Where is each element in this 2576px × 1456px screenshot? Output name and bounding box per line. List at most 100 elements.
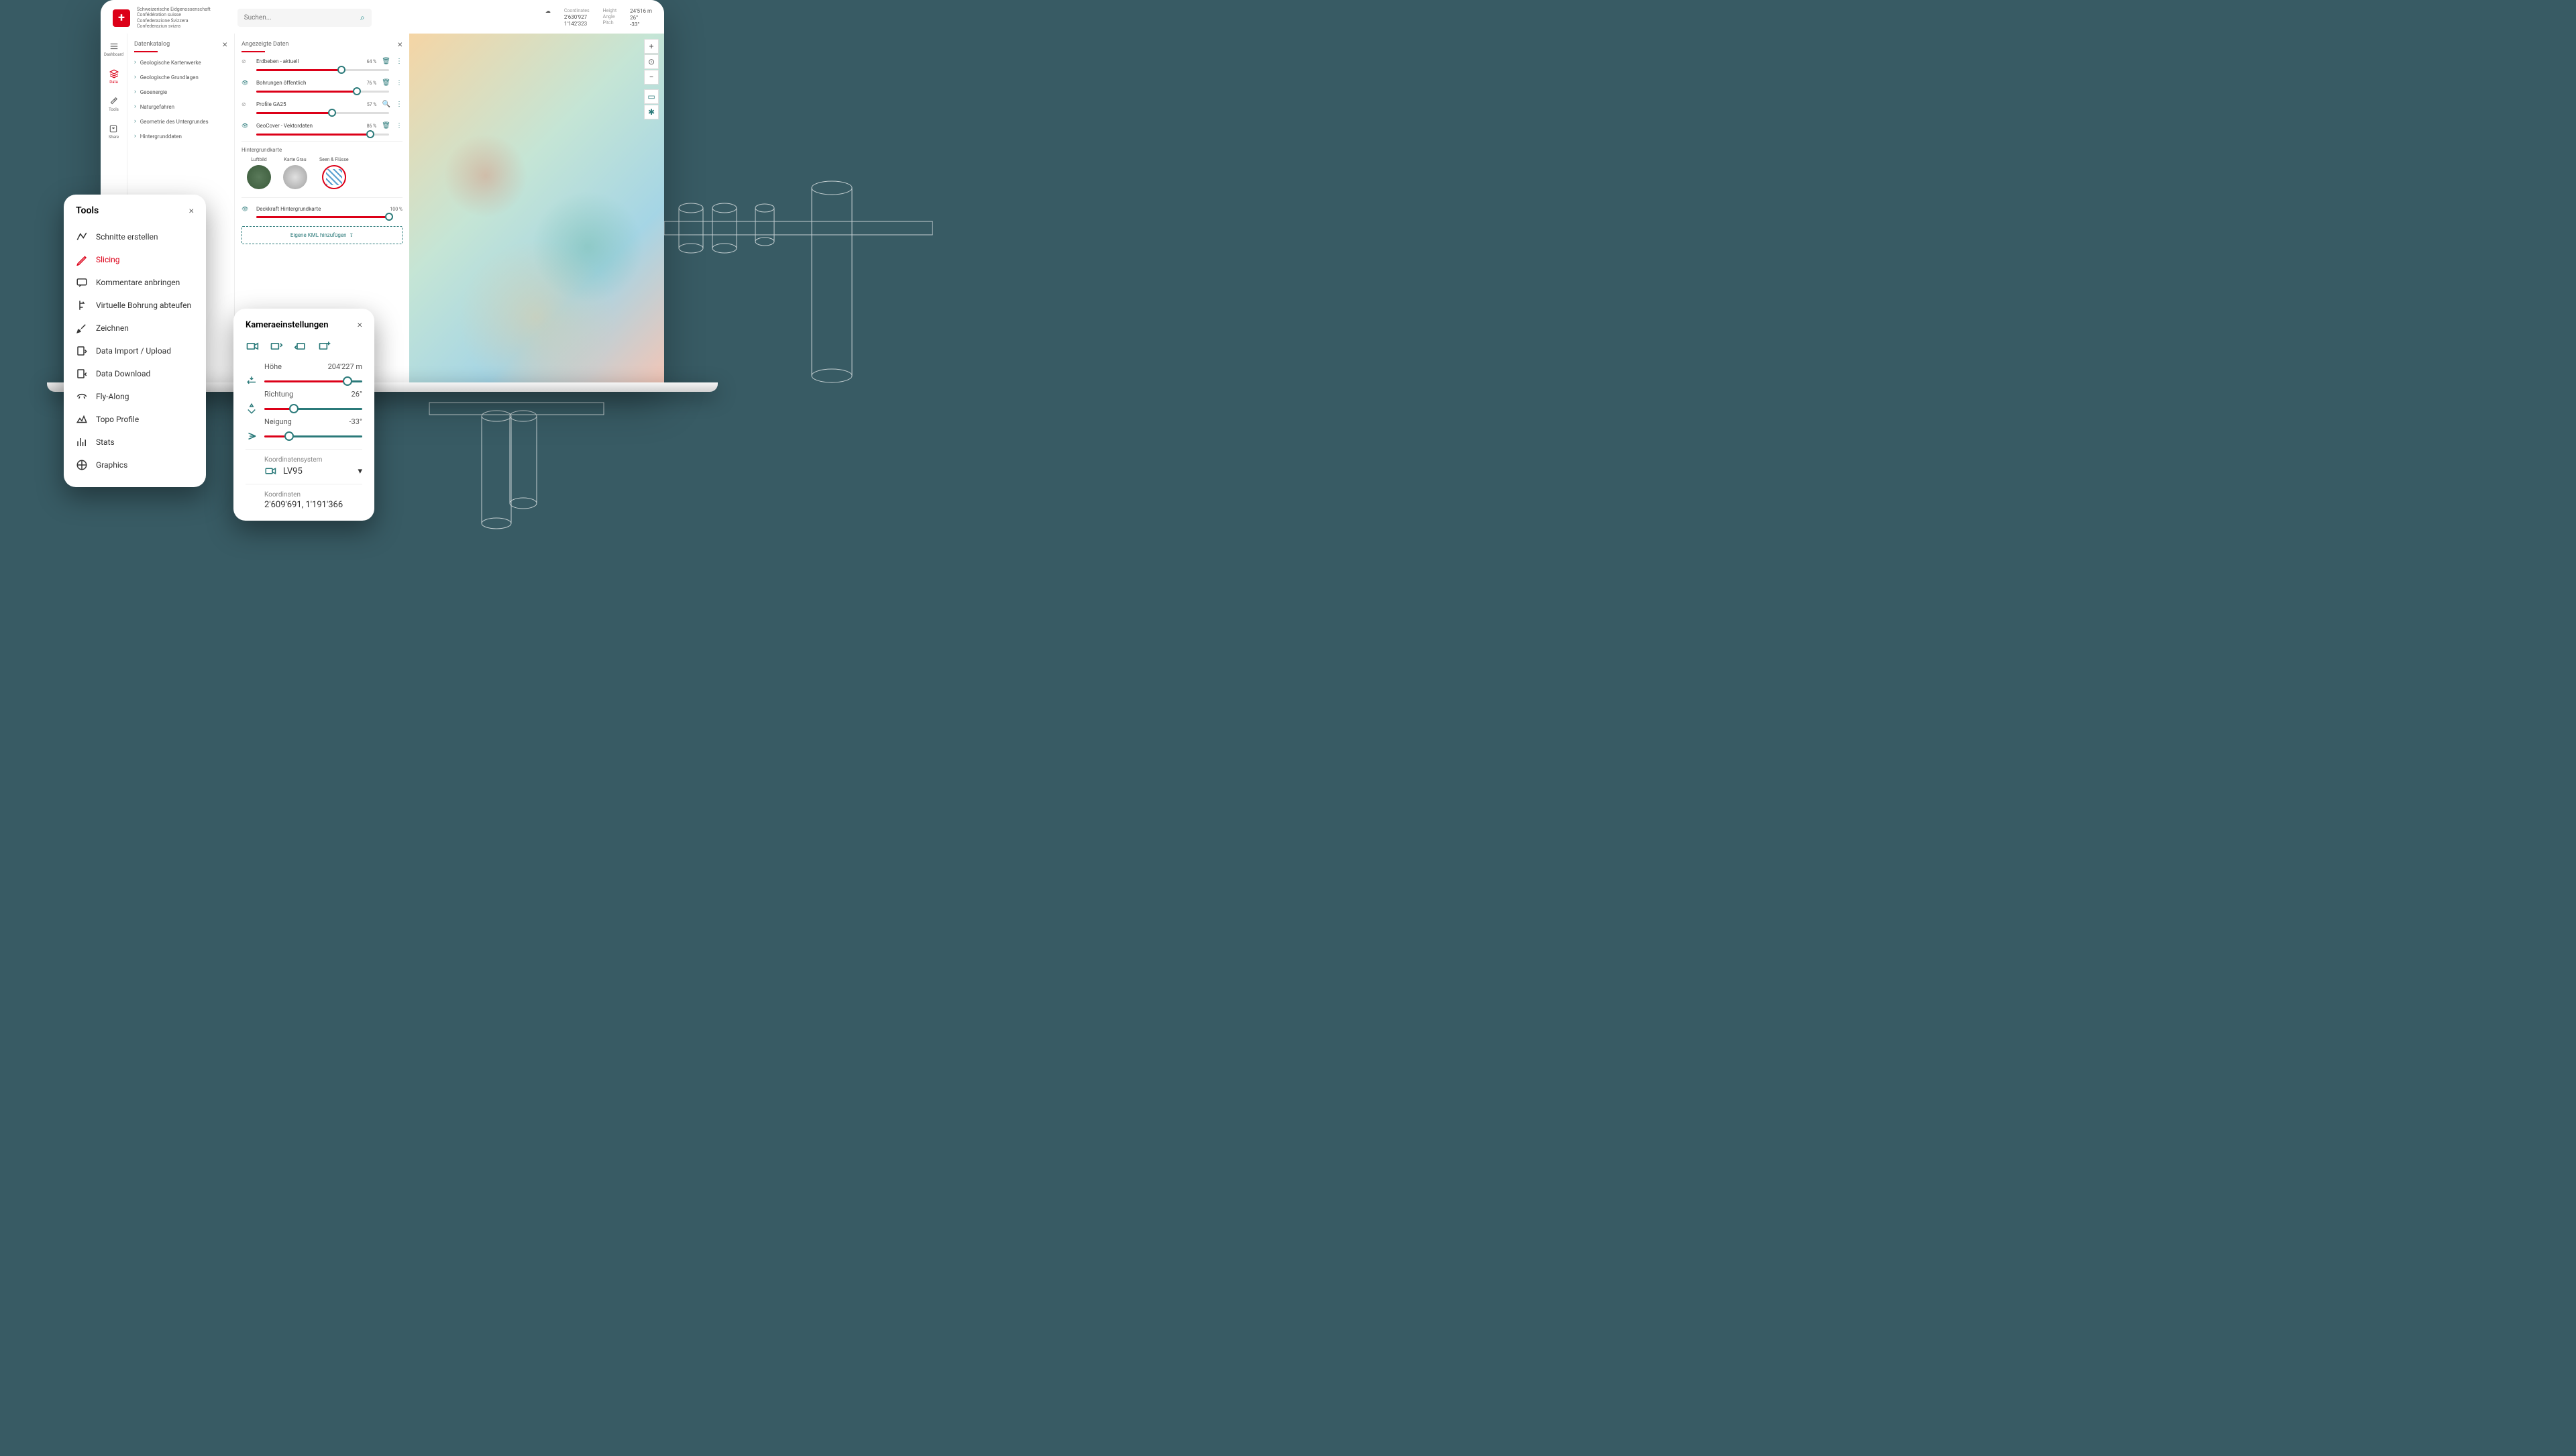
- chevron-right-icon: ›: [134, 74, 136, 81]
- cam-slider[interactable]: [264, 380, 362, 382]
- camera-icon[interactable]: ▭: [644, 89, 659, 104]
- bg-option-water[interactable]: Seen & Flüsse: [319, 157, 349, 189]
- sidebar-dashboard[interactable]: Dashboard: [104, 42, 123, 57]
- cam-param-icon: [246, 375, 258, 387]
- visibility-toggle-icon[interactable]: 👁: [241, 123, 251, 129]
- tool-item-slicing[interactable]: Slicing: [76, 248, 194, 271]
- tool-item-topo-profile[interactable]: Topo Profile: [76, 408, 194, 431]
- close-icon[interactable]: ×: [223, 39, 227, 50]
- close-icon[interactable]: ×: [358, 319, 362, 330]
- tool-icon: [76, 459, 88, 471]
- bg-opacity-slider[interactable]: [256, 216, 389, 218]
- chevron-right-icon: ›: [134, 59, 136, 66]
- catalog-item[interactable]: ›Geoenergie: [134, 85, 227, 99]
- cam-param-label: Richtung: [264, 390, 293, 399]
- search-input[interactable]: [244, 14, 360, 21]
- sidebar-share[interactable]: Share: [109, 124, 119, 140]
- more-icon[interactable]: ⋮: [396, 101, 402, 108]
- coordinates-value: 2'609'691, 1'191'366: [246, 500, 362, 510]
- tool-item-stats[interactable]: Stats: [76, 431, 194, 454]
- catalog-item[interactable]: ›Naturgefahren: [134, 99, 227, 114]
- close-icon[interactable]: ×: [398, 39, 402, 50]
- tool-item-fly-along[interactable]: Fly-Along: [76, 385, 194, 408]
- tool-icon: [76, 413, 88, 425]
- camera-icon: [264, 465, 276, 477]
- tool-item-data-download[interactable]: Data Download: [76, 362, 194, 385]
- catalog-item[interactable]: ›Hintergrunddaten: [134, 129, 227, 144]
- cam-param-label: Neigung: [264, 417, 292, 426]
- delete-icon[interactable]: 🗑: [382, 58, 390, 65]
- tool-item-schnitte-erstellen[interactable]: Schnitte erstellen: [76, 225, 194, 248]
- tool-icon: [76, 322, 88, 334]
- tool-item-graphics[interactable]: Graphics: [76, 454, 194, 476]
- tool-label: Data Download: [96, 369, 150, 378]
- chevron-right-icon: ›: [134, 89, 136, 95]
- tool-label: Topo Profile: [96, 415, 139, 424]
- tool-label: Stats: [96, 437, 115, 447]
- catalog-item[interactable]: ›Geologische Grundlagen: [134, 70, 227, 85]
- map-controls: + ⊙ − ▭ ✱: [644, 39, 659, 119]
- tool-item-kommentare-anbringen[interactable]: Kommentare anbringen: [76, 271, 194, 294]
- cam-slider[interactable]: [264, 435, 362, 437]
- close-icon[interactable]: ×: [189, 205, 194, 216]
- layer-opacity-slider[interactable]: [256, 112, 389, 114]
- sidebar-tools[interactable]: Tools: [109, 97, 119, 112]
- more-icon[interactable]: ⋮: [396, 58, 402, 65]
- cam-param-value: 204'227 m: [328, 362, 362, 371]
- camera-mode-1-icon[interactable]: [246, 340, 259, 353]
- camera-mode-4-icon[interactable]: [318, 340, 331, 353]
- layer-opacity-value: 86 %: [358, 123, 376, 129]
- tool-label: Zeichnen: [96, 323, 129, 333]
- cam-param-icon: [246, 430, 258, 442]
- tool-icon: [76, 391, 88, 403]
- more-icon[interactable]: ⋮: [396, 79, 402, 87]
- tool-item-zeichnen[interactable]: Zeichnen: [76, 317, 194, 340]
- cam-slider[interactable]: [264, 408, 362, 410]
- catalog-item[interactable]: ›Geometrie des Untergrundes: [134, 114, 227, 129]
- snowflake-icon[interactable]: ✱: [644, 105, 659, 119]
- visibility-toggle-icon[interactable]: 👁: [241, 80, 251, 86]
- layer-opacity-value: 57 %: [358, 102, 377, 107]
- tool-icon: [76, 368, 88, 380]
- bg-option-satellite[interactable]: Luftbild: [247, 157, 271, 189]
- camera-settings-panel: Kameraeinstellungen × Höhe 204'227 m Rich…: [233, 309, 374, 521]
- chevron-down-icon[interactable]: ▾: [358, 466, 362, 476]
- zoom-in-button[interactable]: +: [644, 39, 659, 54]
- catalog-title: Datenkatalog: [134, 41, 170, 48]
- background-title: Hintergrundkarte: [241, 147, 402, 153]
- add-kml-button[interactable]: Eigene KML hinzufügen ⇪: [241, 226, 402, 244]
- layer-name: Profile GA25: [256, 101, 353, 107]
- swiss-logo: +: [113, 9, 130, 27]
- layer-row: 👁 GeoCover - Vektordaten 86 % 🗑 ⋮: [241, 119, 402, 132]
- tool-item-data-import-upload[interactable]: Data Import / Upload: [76, 340, 194, 362]
- camera-mode-2-icon[interactable]: [270, 340, 283, 353]
- layer-opacity-slider[interactable]: [256, 69, 389, 71]
- layer-opacity-slider[interactable]: [256, 134, 389, 136]
- camera-mode-3-icon[interactable]: [294, 340, 307, 353]
- visibility-icon[interactable]: 👁: [241, 206, 251, 212]
- more-icon[interactable]: ⋮: [396, 122, 402, 129]
- delete-icon[interactable]: 🗑: [382, 122, 390, 129]
- tool-item-virtuelle-bohrung-abteufen[interactable]: Virtuelle Bohrung abteufen: [76, 294, 194, 317]
- coord-system-select[interactable]: LV95: [283, 466, 351, 476]
- search-icon[interactable]: ⌕: [360, 13, 365, 23]
- cam-param-label: Höhe: [264, 362, 282, 371]
- visibility-toggle-icon[interactable]: ⊘: [241, 101, 251, 107]
- tool-label: Virtuelle Bohrung abteufen: [96, 301, 191, 310]
- camera-title: Kameraeinstellungen: [246, 320, 329, 330]
- coordinate-display: ☁ Coordinates 2'630'927 1'142'323 Height…: [545, 8, 652, 28]
- delete-icon[interactable]: 🗑: [382, 79, 390, 87]
- zoom-icon[interactable]: 🔍: [382, 101, 390, 108]
- map-viewport[interactable]: + ⊙ − ▭ ✱: [409, 34, 664, 389]
- tool-icon: [76, 436, 88, 448]
- layer-opacity-slider[interactable]: [256, 91, 389, 93]
- visibility-toggle-icon[interactable]: ⊘: [241, 58, 251, 64]
- tool-label: Data Import / Upload: [96, 346, 171, 356]
- search-box[interactable]: ⌕: [237, 9, 372, 27]
- zoom-out-button[interactable]: −: [644, 70, 659, 85]
- bg-option-gray[interactable]: Karte Grau: [283, 157, 307, 189]
- home-button[interactable]: ⊙: [644, 54, 659, 69]
- catalog-item[interactable]: ›Geologische Kartenwerke: [134, 55, 227, 70]
- sidebar-data[interactable]: Data: [109, 69, 119, 85]
- tool-label: Slicing: [96, 255, 120, 264]
